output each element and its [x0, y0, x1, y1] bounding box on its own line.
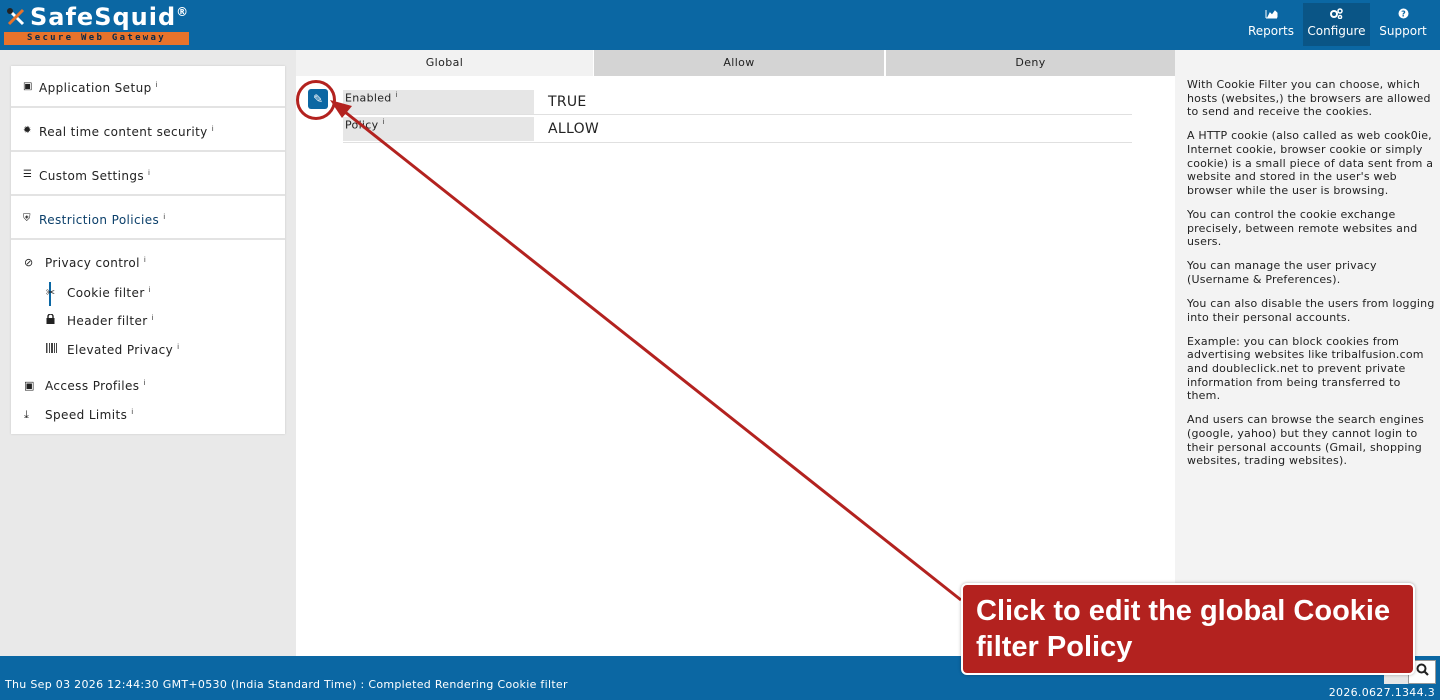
policy-label: Policy i [343, 117, 534, 141]
info-icon[interactable]: i [148, 169, 150, 177]
tab-allow[interactable]: Allow [594, 50, 884, 76]
info-icon[interactable]: i [152, 314, 154, 322]
info-icon[interactable]: i [156, 81, 158, 89]
item-label: Cookie filter [67, 286, 145, 300]
top-bar: SafeSquid® Secure Web Gateway Reports Co… [0, 0, 1440, 50]
item-label: Access Profiles [45, 379, 140, 393]
briefcase-icon: ▣ [23, 81, 33, 92]
tools-logo-icon [7, 8, 25, 26]
ban-icon: ⊘ [24, 256, 34, 269]
sidebar-section-restriction-policies[interactable]: ⛨ Restriction Policies i [11, 198, 285, 240]
info-icon[interactable]: i [149, 286, 151, 294]
shield-icon: ⛨ [23, 213, 31, 224]
version-text: 2026.0627.1344.3 [1328, 686, 1435, 699]
bug-icon: ✹ [23, 125, 32, 136]
logo-name: SafeSquid® [30, 3, 190, 31]
nav-reports-label: Reports [1247, 24, 1295, 38]
search-icon [1416, 663, 1429, 680]
info-icon[interactable]: i [131, 408, 133, 416]
sidebar: ▣ Application Setup i ✹ Real time content… [11, 66, 285, 434]
question-icon: ? [1372, 8, 1434, 24]
safesquid-logo[interactable]: SafeSquid® Secure Web Gateway [4, 3, 190, 47]
row-divider [343, 142, 1132, 143]
scissors-icon: ✂ [46, 286, 56, 299]
section-label: Application Setup [39, 81, 152, 95]
policy-value: ALLOW [548, 121, 600, 137]
section-label: Real time content security [39, 125, 208, 139]
item-label: Speed Limits [45, 408, 128, 422]
edit-policy-button[interactable]: ✎ [308, 89, 328, 109]
nav-reports[interactable]: Reports [1240, 3, 1302, 46]
row-divider [343, 114, 1132, 115]
item-label: Privacy control [45, 256, 140, 270]
enabled-value: TRUE [548, 94, 587, 110]
tutorial-callout: Click to edit the global Cookie filter P… [961, 583, 1415, 675]
item-label: Header filter [67, 314, 148, 328]
info-icon[interactable]: i [177, 343, 179, 351]
info-icon[interactable]: i [144, 256, 146, 264]
info-icon[interactable]: i [163, 213, 165, 221]
help-paragraph: And users can browse the search engines … [1187, 413, 1425, 468]
chart-icon [1240, 8, 1302, 24]
info-icon[interactable]: i [143, 379, 145, 387]
nav-configure[interactable]: Configure [1303, 3, 1370, 46]
info-icon[interactable]: i [212, 125, 214, 133]
nav-configure-label: Configure [1307, 24, 1366, 38]
section-label: Custom Settings [39, 169, 145, 183]
gears-icon [1303, 8, 1370, 24]
help-paragraph: With Cookie Filter you can choose, which… [1187, 78, 1431, 119]
svg-text:?: ? [1401, 10, 1406, 19]
logo-tagline: Secure Web Gateway [4, 32, 189, 45]
status-text: Thu Sep 03 2026 12:44:30 GMT+0530 (India… [5, 678, 568, 691]
help-paragraph: A HTTP cookie (also called as web cook0i… [1187, 129, 1434, 197]
edit-icon: ✎ [312, 92, 324, 106]
lock-icon [46, 313, 55, 327]
sidebar-section-real-time-content-security[interactable]: ✹ Real time content security i [11, 110, 285, 152]
briefcase-icon: ▣ [24, 379, 35, 392]
info-icon[interactable]: i [396, 91, 398, 99]
sliders-icon: ☰ [23, 169, 32, 180]
section-label: Restriction Policies [39, 213, 160, 227]
download-icon: ⤓ [24, 408, 30, 421]
help-paragraph: You can also disable the users from logg… [1187, 297, 1435, 324]
sidebar-section-custom-settings[interactable]: ☰ Custom Settings i [11, 154, 285, 196]
item-label: Elevated Privacy [67, 343, 174, 357]
nav-support-label: Support [1379, 24, 1427, 38]
callout-text: Click to edit the global Cookie filter P… [976, 595, 1391, 663]
help-paragraph: Example: you can block cookies from adve… [1187, 334, 1424, 403]
info-icon[interactable]: i [382, 118, 384, 126]
help-paragraph: You can manage the user privacy (Usernam… [1187, 259, 1377, 286]
nav-support[interactable]: ? Support [1372, 3, 1434, 46]
help-panel: With Cookie Filter you can choose, which… [1175, 50, 1440, 656]
tab-global[interactable]: Global [296, 50, 593, 76]
sidebar-section-application-setup[interactable]: ▣ Application Setup i [11, 66, 285, 108]
main-panel: Global Allow Deny ✎ Enabled i TRUE Policy… [296, 50, 1175, 656]
enabled-label: Enabled i [343, 90, 534, 114]
tab-deny[interactable]: Deny [886, 50, 1175, 76]
help-paragraph: You can control the cookie exchange prec… [1187, 207, 1418, 249]
barcode-icon [46, 343, 57, 356]
